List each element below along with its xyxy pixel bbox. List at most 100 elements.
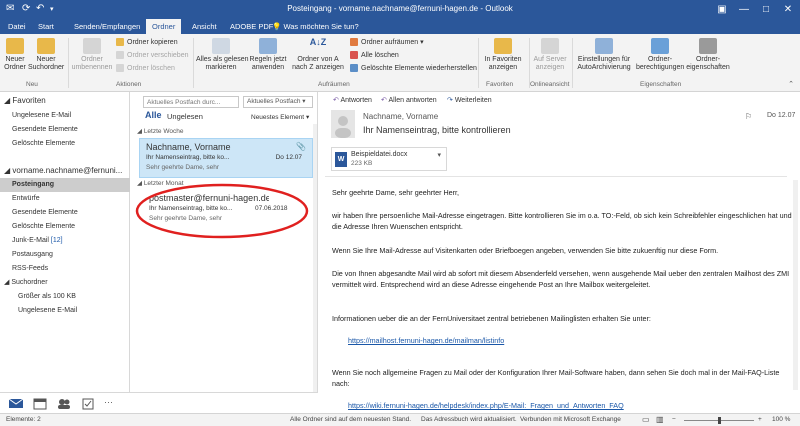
sort-a-z-button[interactable]: A↓Z Ordner von A nach Z anzeigen (290, 38, 346, 72)
calendar-icon[interactable] (32, 397, 48, 410)
folder-deleted-items[interactable]: Gelöschte Elemente (0, 220, 130, 234)
envelope-open-icon (212, 38, 230, 54)
normal-view-icon[interactable]: ▭ (642, 414, 650, 426)
attachment-icon: 📎 (296, 142, 306, 151)
mailinglist-link[interactable]: https://mailhost.fernuni-hagen.de/mailma… (348, 336, 504, 347)
ribbon-display-icon[interactable]: ▣ (712, 0, 732, 19)
minimize-button[interactable]: — (734, 0, 754, 19)
favorite-unread-mail[interactable]: Ungelesene E-Mail (0, 109, 130, 123)
rules-icon (259, 38, 277, 54)
tab-start[interactable]: Start (32, 19, 60, 34)
mail-icon[interactable] (8, 397, 24, 410)
received-date: Do 12.07 (767, 112, 796, 119)
new-folder-button[interactable]: Neuer Ordner (3, 38, 27, 72)
star-folder-icon (494, 38, 512, 54)
delete-folder-button[interactable]: Ordner löschen (116, 64, 175, 74)
group-header-last-week[interactable]: ◢ Letzte Woche (137, 127, 183, 135)
chevron-down-icon: ▾ (305, 114, 310, 121)
tab-ordner[interactable]: Ordner (146, 19, 182, 34)
folder-drafts[interactable]: Entwürfe (0, 192, 130, 206)
folder-search-folders[interactable]: ◢ Suchordner (0, 276, 130, 290)
attachment-card[interactable]: W Beispieldatei.docx ▾ 223 KB (331, 147, 447, 171)
more-options-icon[interactable]: ··· (104, 397, 113, 407)
mail-body-paragraph: Die von Ihnen abgesandte Mail wird ab so… (332, 269, 790, 289)
divider (478, 38, 479, 88)
favorite-sent-items[interactable]: Gesendete Elemente (0, 123, 130, 137)
divider (572, 38, 573, 88)
clean-up-folder-button[interactable]: Ordner aufräumen ▾ (350, 38, 424, 48)
status-bar: Elemente: 2 Alle Ordner sind auf dem neu… (0, 413, 800, 426)
collapse-arrow-icon: ◢ (4, 96, 11, 105)
forward-button[interactable]: ↷ Weiterleiten (447, 96, 492, 104)
divider (325, 176, 787, 177)
recover-deleted-button[interactable]: Gelöschte Elemente wiederherstellen (350, 64, 477, 74)
tell-me-label: Was möchten Sie tun? (283, 22, 359, 31)
copy-folder-button[interactable]: Ordner kopieren (116, 38, 178, 48)
account-header[interactable]: ◢ vorname.nachname@fernuni... (0, 164, 130, 178)
folder-junk[interactable]: Junk-E-Mail [12] (0, 234, 130, 248)
group-label-favoriten: Favoriten (486, 81, 514, 88)
permissions-icon (651, 38, 669, 54)
favorites-header[interactable]: ◢ Favoriten (0, 94, 130, 108)
folder-outbox[interactable]: Postausgang (0, 248, 130, 262)
run-rules-button[interactable]: Regeln jetzt anwenden (248, 38, 288, 72)
show-in-favorites-button[interactable]: In Favoriten anzeigen (480, 38, 526, 72)
zoom-out-button[interactable]: − (672, 414, 676, 426)
search-folder-unread[interactable]: Ungelesene E-Mail (0, 304, 130, 318)
tab-datei[interactable]: Datei (2, 19, 32, 34)
view-on-server-button[interactable]: Auf Server anzeigen (530, 38, 570, 72)
filter-all[interactable]: Alle (145, 110, 162, 120)
zoom-level: 100 % (772, 416, 791, 423)
ribbon-tabs: Datei Start Senden/Empfangen Ordner Ansi… (0, 19, 800, 34)
reply-all-icon: ↶ (381, 97, 387, 104)
tasks-icon[interactable] (80, 397, 96, 410)
people-icon[interactable] (56, 397, 72, 410)
folder-icon (6, 38, 24, 54)
new-search-folder-button[interactable]: Neuer Suchordner (28, 38, 64, 72)
rename-folder-button[interactable]: Ordner umbenennen (70, 38, 114, 72)
folder-sent-items[interactable]: Gesendete Elemente (0, 206, 130, 220)
folder-inbox[interactable]: Posteingang (0, 178, 130, 192)
search-folder-icon (37, 38, 55, 54)
reply-button[interactable]: ↶ Antworten (333, 96, 372, 104)
tab-ansicht[interactable]: Ansicht (186, 19, 223, 34)
search-folder-larger-100kb[interactable]: Größer als 100 KB (0, 290, 130, 304)
folder-properties-button[interactable]: Ordner- eigenschaften (686, 38, 730, 72)
sort-dropdown[interactable]: Neuestes Element ▾ (251, 113, 309, 121)
sync-status: Alle Ordner sind auf dem neuesten Stand. (290, 416, 412, 423)
reading-view-icon[interactable]: ▥ (656, 414, 664, 426)
delete-all-button[interactable]: Alle löschen (350, 51, 399, 61)
close-button[interactable]: ✕ (778, 0, 798, 19)
attachment-name: Beispieldatei.docx (351, 151, 408, 158)
search-scope-dropdown[interactable]: Aktuelles Postfach ▾ (243, 96, 313, 108)
tab-senden-empfangen[interactable]: Senden/Empfangen (68, 19, 146, 34)
chevron-down-icon[interactable]: ▾ (437, 151, 441, 159)
mail-date: Do 12.07 (275, 154, 302, 161)
group-label-aktionen: Aktionen (116, 81, 142, 88)
mail-item[interactable]: Nachname, Vorname 📎 Ihr Namenseintrag, b… (139, 138, 313, 178)
zoom-slider-thumb[interactable] (718, 417, 721, 424)
collapse-ribbon-icon[interactable]: ⌃ (788, 80, 794, 88)
flag-icon[interactable]: ⚐ (745, 112, 752, 121)
filter-unread[interactable]: Ungelesen (167, 112, 203, 121)
clean-up-icon (350, 38, 358, 47)
red-circle-annotation (135, 183, 309, 239)
maximize-button[interactable]: □ (756, 0, 776, 19)
scrollbar[interactable] (313, 124, 317, 392)
tell-me-box[interactable]: 💡 Was möchten Sie tun? (272, 19, 365, 34)
folder-permissions-button[interactable]: Ordner- berechtigungen (636, 38, 684, 72)
folder-rss-feeds[interactable]: RSS-Feeds (0, 262, 130, 276)
reply-all-button[interactable]: ↶ Allen antworten (381, 96, 437, 104)
group-label-onlineansicht: Onlineansicht (530, 81, 570, 88)
title-bar: ✉ ⟳ ↶ ▾ Posteingang - vorname.nachname@f… (0, 0, 800, 19)
scrollbar[interactable] (793, 180, 798, 390)
favorite-deleted-items[interactable]: Gelöschte Elemente (0, 137, 130, 151)
autoarchive-settings-button[interactable]: Einstellungen für AutoArchivierung (574, 38, 634, 72)
move-folder-button[interactable]: Ordner verschieben (116, 51, 188, 61)
faq-link[interactable]: https://wiki.fernuni-hagen.de/helpdesk/i… (348, 401, 624, 411)
search-input[interactable] (143, 96, 239, 108)
zoom-in-button[interactable]: + (758, 414, 762, 426)
mail-body-paragraph: Wenn Sie noch allgemeine Fragen zu Mail … (332, 368, 780, 388)
mark-all-read-button[interactable]: Alles als gelesen markieren (196, 38, 249, 72)
group-label-neu: Neu (26, 81, 38, 88)
